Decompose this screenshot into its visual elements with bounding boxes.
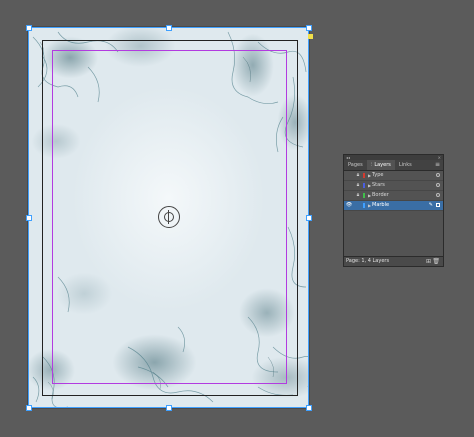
- target-icon[interactable]: [436, 173, 440, 177]
- target-icon[interactable]: [436, 193, 440, 197]
- pen-icon: ✎: [428, 202, 433, 208]
- layers-status: Page: 1, 4 Layers: [346, 258, 390, 264]
- tab-pages[interactable]: Pages: [344, 160, 367, 170]
- selection-handle-middle-left[interactable]: [26, 215, 32, 221]
- layer-name: Type: [372, 172, 384, 178]
- layer-name: Marble: [372, 202, 390, 208]
- panel-tabs: Pages ⁝ Layers Links ≡: [344, 160, 443, 171]
- content-grabber-icon[interactable]: [158, 206, 180, 228]
- selection-handle-bottom-center[interactable]: [166, 405, 172, 411]
- tab-grip-icon: ⁝: [370, 162, 373, 168]
- layer-name: Border: [372, 192, 389, 198]
- document-workspace: ◂◂ × Pages ⁝ Layers Links ≡ 🔒︎ ▶ Type 🔒︎ …: [0, 0, 474, 437]
- layer-color-swatch: [363, 193, 365, 198]
- layer-row-marble[interactable]: 👁︎ ▶ Marble ✎: [344, 201, 443, 211]
- layer-color-swatch: [363, 203, 365, 208]
- expand-arrow-icon[interactable]: ▶: [368, 201, 371, 210]
- lock-icon[interactable]: 🔒︎: [355, 191, 361, 200]
- layer-color-swatch: [363, 173, 365, 178]
- lock-icon[interactable]: 🔒︎: [355, 171, 361, 180]
- expand-arrow-icon[interactable]: ▶: [368, 171, 371, 180]
- layer-row-border[interactable]: 🔒︎ ▶ Border: [344, 191, 443, 201]
- selection-handle-top-left[interactable]: [26, 25, 32, 31]
- selection-handle-bottom-right[interactable]: [306, 405, 312, 411]
- tab-layers-label: Layers: [374, 162, 391, 168]
- out-port-indicator[interactable]: [308, 34, 313, 39]
- panel-footer: Page: 1, 4 Layers ⊞ 🗑︎: [344, 256, 443, 266]
- layer-row-stars[interactable]: 🔒︎ ▶ Stars: [344, 181, 443, 191]
- expand-arrow-icon[interactable]: ▶: [368, 191, 371, 200]
- eye-icon[interactable]: 👁︎: [345, 201, 353, 210]
- hamburger-icon[interactable]: ≡: [435, 160, 440, 170]
- selection-square-icon[interactable]: [436, 203, 440, 207]
- target-icon[interactable]: [436, 183, 440, 187]
- layers-panel: ◂◂ × Pages ⁝ Layers Links ≡ 🔒︎ ▶ Type 🔒︎ …: [343, 154, 444, 267]
- content-grabber-axis: [168, 210, 169, 224]
- selection-handle-middle-right[interactable]: [306, 215, 312, 221]
- selection-handle-top-right[interactable]: [306, 25, 312, 31]
- expand-arrow-icon[interactable]: ▶: [368, 181, 371, 190]
- trash-icon[interactable]: 🗑︎: [432, 257, 440, 266]
- tab-layers[interactable]: ⁝ Layers: [366, 160, 395, 170]
- new-layer-icon[interactable]: ⊞: [426, 257, 431, 266]
- layer-name: Stars: [372, 182, 385, 188]
- lock-icon[interactable]: 🔒︎: [355, 181, 361, 190]
- tab-links[interactable]: Links: [395, 160, 416, 170]
- selection-handle-bottom-left[interactable]: [26, 405, 32, 411]
- layer-row-type[interactable]: 🔒︎ ▶ Type: [344, 171, 443, 181]
- layer-color-swatch: [363, 183, 365, 188]
- selection-handle-top-center[interactable]: [166, 25, 172, 31]
